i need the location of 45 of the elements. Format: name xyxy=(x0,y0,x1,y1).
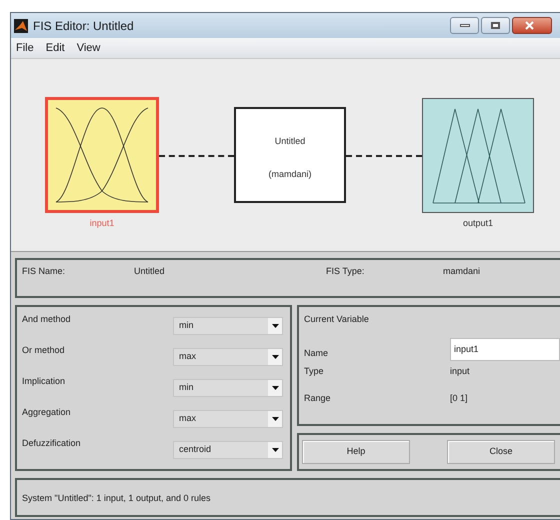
method-dropdown[interactable]: max xyxy=(173,348,283,366)
range-label: Range xyxy=(304,392,332,405)
menu-item[interactable]: View xyxy=(74,40,104,56)
variable-label: input1 xyxy=(88,217,116,230)
type-value: input xyxy=(450,364,470,378)
app-logo-icon xyxy=(14,18,28,32)
status-message: System "Untitled": 1 input, 1 output, and 0 rules xyxy=(22,493,210,503)
dialog-button[interactable]: Close xyxy=(447,440,555,464)
method-label: Defuzzification xyxy=(22,437,82,450)
name-label: Name xyxy=(304,347,330,360)
menu-item[interactable]: File xyxy=(13,40,37,56)
fis-name-value: Untitled xyxy=(134,265,166,278)
caret-icon xyxy=(272,417,278,421)
caret-icon xyxy=(272,355,278,359)
caret-icon xyxy=(272,386,278,390)
system-type: (mamdani) xyxy=(268,168,312,181)
variable-label: output1 xyxy=(462,217,494,230)
fis-type-value: mamdani xyxy=(443,265,480,278)
type-label: Type xyxy=(304,364,325,378)
method-dropdown[interactable]: centroid xyxy=(173,441,283,459)
method-dropdown[interactable]: min xyxy=(173,379,283,397)
method-label: Aggregation xyxy=(22,406,72,419)
panel-title: Current Variable xyxy=(304,313,370,326)
input-variable-node[interactable] xyxy=(45,97,159,213)
method-dropdown[interactable]: min xyxy=(173,317,283,335)
output-variable-node[interactable] xyxy=(422,98,534,213)
method-label: Or method xyxy=(22,344,66,357)
caret-icon xyxy=(272,448,278,452)
window-title: FIS Editor: Untitled xyxy=(33,18,134,34)
range-value: [0 1] xyxy=(450,392,468,405)
menu-item[interactable]: Edit xyxy=(42,40,68,56)
method-dropdown[interactable]: max xyxy=(173,410,283,428)
fis-name-label: FIS Name: xyxy=(21,265,66,278)
dialog-button[interactable]: Help xyxy=(302,440,410,464)
minimize-button[interactable] xyxy=(450,17,479,34)
close-icon xyxy=(525,21,534,30)
method-label: And method xyxy=(22,313,72,326)
fis-type-label: FIS Type: xyxy=(326,265,366,278)
name-field[interactable]: input1 xyxy=(450,338,560,360)
caret-icon xyxy=(272,324,278,328)
method-label: Implication xyxy=(22,375,66,388)
system-name: Untitled xyxy=(274,135,306,148)
system-node[interactable]: Untitled (mamdani) xyxy=(234,107,346,203)
maximize-button[interactable] xyxy=(481,17,510,34)
close-window-button[interactable] xyxy=(512,17,552,34)
